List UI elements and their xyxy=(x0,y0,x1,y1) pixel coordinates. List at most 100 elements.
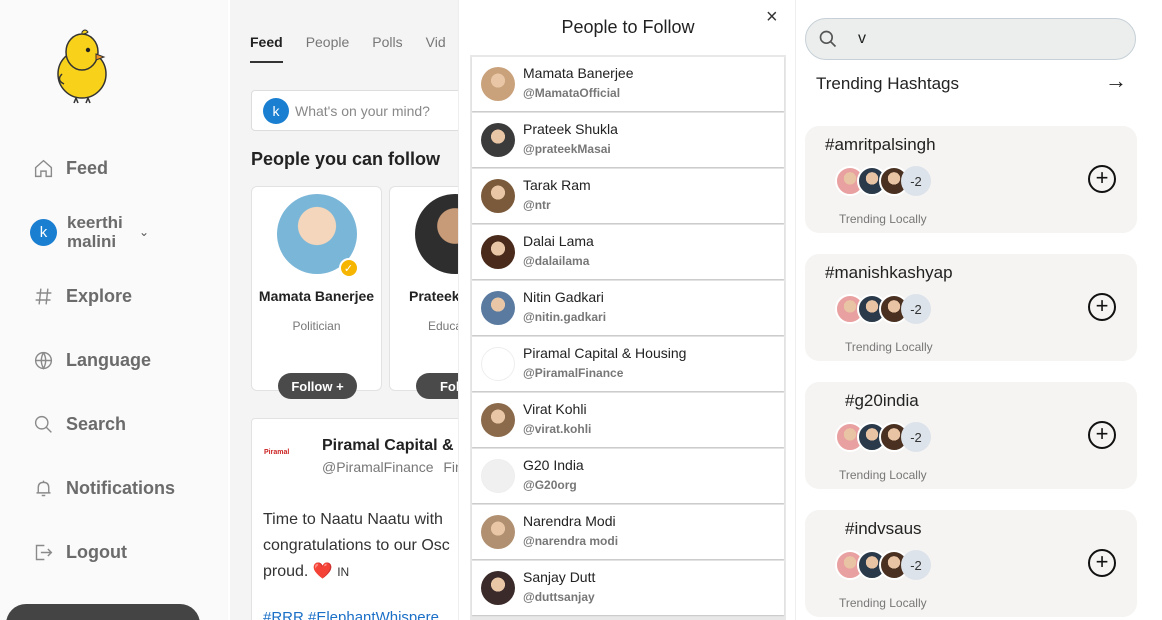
person-text: Sanjay Dutt @duttsanjay xyxy=(523,568,595,608)
list-item[interactable]: Sanjay Dutt @duttsanjay xyxy=(472,561,784,615)
hashtag-card[interactable]: #amritpalsingh -2 Trending Locally + xyxy=(805,126,1137,233)
hashtag-card[interactable]: #manishkashyap -2 Trending Locally + xyxy=(805,254,1137,361)
person-text: Dalai Lama @dalailama xyxy=(523,232,594,272)
post-composer[interactable]: k What's on your mind? xyxy=(251,90,458,131)
hashtag-name[interactable]: #amritpalsingh xyxy=(825,135,936,155)
trending-location: Trending Locally xyxy=(845,340,933,354)
person-text: Piramal Capital & Housing @PiramalFinance xyxy=(523,344,686,384)
arrow-right-icon[interactable]: → xyxy=(1105,68,1127,94)
person-text: Mamata Banerjee @MamataOfficial xyxy=(523,64,634,104)
nav-search[interactable]: Search xyxy=(33,414,126,435)
participant-avatars: -2 xyxy=(835,294,935,326)
hashtag-name[interactable]: #g20india xyxy=(845,391,919,411)
list-item[interactable]: Dalai Lama @dalailama xyxy=(472,225,784,279)
list-item[interactable]: Mamata Banerjee @MamataOfficial xyxy=(472,57,784,111)
chevron-down-icon[interactable]: ⌄ xyxy=(139,225,149,239)
avatar xyxy=(481,235,515,269)
list-item[interactable]: G20 India @G20org xyxy=(472,449,784,503)
home-icon xyxy=(34,159,53,178)
search-icon xyxy=(34,415,52,433)
nav-logout-label: Logout xyxy=(66,542,127,562)
list-item[interactable]: Nitin Gadkari @nitin.gadkari xyxy=(472,281,784,335)
list-item[interactable]: Narendra Modi @narendra modi xyxy=(472,505,784,559)
create-post-button[interactable] xyxy=(6,604,200,620)
people-list: Mamata Banerjee @MamataOfficial Prateek Sh… xyxy=(470,55,786,620)
nav-logout[interactable]: Logout xyxy=(33,542,127,563)
nav-feed[interactable]: Feed xyxy=(33,158,108,179)
trending-hashtags-title: Trending Hashtags xyxy=(816,74,960,93)
tab-polls[interactable]: Polls xyxy=(372,34,402,63)
post-body-line: Time to Naatu Naatu with xyxy=(263,511,443,528)
suggestion-card[interactable]: ✓ Prateek Shukla Educa Follo xyxy=(389,186,458,399)
suggestion-name: Prateek Shukla xyxy=(409,288,458,304)
plus-circle-icon[interactable]: + xyxy=(1088,549,1116,577)
avatar xyxy=(481,347,515,381)
more-count: -2 xyxy=(901,294,931,324)
tab-videos[interactable]: Vid xyxy=(426,34,446,63)
hashtag-name[interactable]: #indvsaus xyxy=(845,519,922,539)
nav-notifications-label: Notifications xyxy=(66,478,176,498)
user-menu[interactable]: k keerthi malini ⌄ xyxy=(30,213,149,251)
avatar xyxy=(481,571,515,605)
person-handle: @PiramalFinance xyxy=(523,366,624,380)
list-item[interactable]: Piramal Capital & Housing @PiramalFinance xyxy=(472,337,784,391)
person-name: Sanjay Dutt xyxy=(523,569,596,585)
tab-people[interactable]: People xyxy=(306,34,350,63)
sidebar: Feed k keerthi malini ⌄ Explore Language… xyxy=(0,0,228,620)
follow-button[interactable]: Follo xyxy=(416,373,458,399)
list-item[interactable]: Tarak Ram @ntr xyxy=(472,169,784,223)
post-author[interactable]: Piramal Capital & H xyxy=(322,437,458,455)
post-body-flag: IN xyxy=(337,565,350,579)
person-handle: @nitin.gadkari xyxy=(523,310,607,324)
person-name: Piramal Capital & Housing xyxy=(523,345,687,361)
list-item[interactable]: Prateek Shukla @prateekMasai xyxy=(472,113,784,167)
hashtag-name[interactable]: #manishkashyap xyxy=(825,263,953,283)
nav-explore[interactable]: Explore xyxy=(33,286,132,307)
post-handle: @PiramalFinance Fin xyxy=(322,459,458,475)
participant-avatars: -2 xyxy=(835,550,935,582)
post-hashtags[interactable]: #RRR #ElephantWhispere xyxy=(263,609,439,620)
person-name: G20 India xyxy=(523,457,584,473)
bell-icon xyxy=(36,480,51,497)
avatar xyxy=(481,291,515,325)
participant-avatars: -2 xyxy=(835,422,935,454)
nav-explore-label: Explore xyxy=(66,286,133,306)
post-card: Piramal Piramal Capital & H @PiramalFina… xyxy=(251,418,458,620)
person-name: Virat Kohli xyxy=(523,401,587,417)
person-handle: @prateekMasai xyxy=(523,142,611,156)
nav-search-label: Search xyxy=(66,414,127,434)
nav-feed-label: Feed xyxy=(66,158,109,178)
search-input[interactable]: v xyxy=(805,18,1136,60)
plus-circle-icon[interactable]: + xyxy=(1088,165,1116,193)
hashtag-card[interactable]: #indvsaus -2 Trending Locally + xyxy=(805,510,1137,617)
globe-icon xyxy=(34,351,53,370)
verified-badge-icon: ✓ xyxy=(338,258,359,278)
person-text: Tarak Ram @ntr xyxy=(523,176,591,216)
suggestion-role: Educa xyxy=(428,319,458,333)
people-to-follow-modal: People to Follow × Mamata Banerjee @Mamat… xyxy=(458,0,796,620)
more-count: -2 xyxy=(901,550,931,580)
follow-button[interactable]: Follow + xyxy=(278,373,357,399)
avatar xyxy=(481,123,515,157)
logout-icon xyxy=(35,544,53,561)
plus-circle-icon[interactable]: + xyxy=(1088,293,1116,321)
suggestion-card[interactable]: ✓ Mamata Banerjee Politician Follow + xyxy=(251,186,382,399)
feed-column: Feed People Polls Vid k What's on your m… xyxy=(230,0,458,620)
person-handle: @MamataOfficial xyxy=(523,86,621,100)
trending-location: Trending Locally xyxy=(839,212,927,226)
person-handle: @narendra modi xyxy=(523,534,619,548)
plus-circle-icon[interactable]: + xyxy=(1088,421,1116,449)
avatar xyxy=(481,179,515,213)
close-icon[interactable]: × xyxy=(766,6,778,29)
avatar xyxy=(481,67,515,101)
person-handle: @virat.kohli xyxy=(523,422,592,436)
nav-language[interactable]: Language xyxy=(33,350,151,371)
hashtag-card[interactable]: #g20india -2 Trending Locally + xyxy=(805,382,1137,489)
suggestion-name: Mamata Banerjee xyxy=(258,288,375,304)
tab-feed[interactable]: Feed xyxy=(250,34,283,63)
modal-title: People to Follow xyxy=(561,17,695,37)
nav-notifications[interactable]: Notifications xyxy=(33,478,175,499)
list-item[interactable]: Virat Kohli @virat.kohli xyxy=(472,393,784,447)
person-handle: @G20org xyxy=(523,478,577,492)
person-handle: @ntr xyxy=(523,198,551,212)
